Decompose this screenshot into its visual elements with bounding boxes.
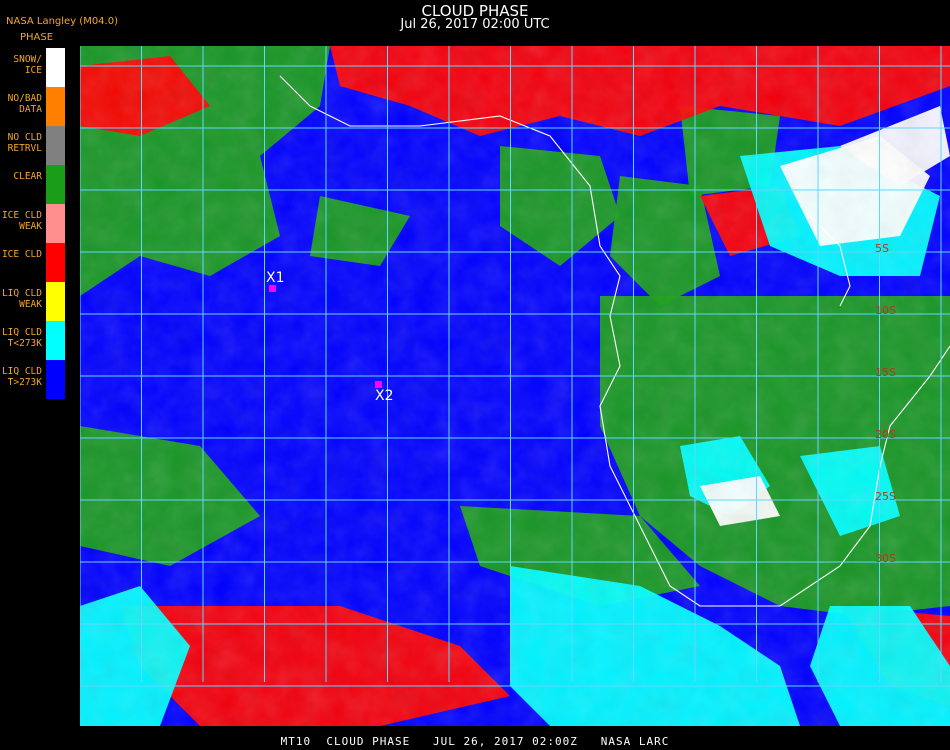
legend-item-label: SNOW/ ICE [13, 54, 42, 76]
phase-legend: SNOW/ ICE NO/BAD DATA NO CLD RETRVL CLEAR IC… [0, 48, 66, 400]
latitude-label: 20S [875, 428, 896, 441]
legend-item-label: CLEAR [13, 171, 42, 182]
legend-item-label: LIQ CLD WEAK [1, 288, 42, 310]
legend-item-label: LIQ CLD T>273K [1, 366, 42, 388]
latitude-label: 25S [875, 490, 896, 503]
legend-swatch [46, 48, 65, 87]
legend-swatch [46, 204, 65, 243]
legend-item-label: ICE CLD [1, 249, 42, 260]
legend-item: LIQ CLD T<273K [0, 321, 66, 360]
map-datetime: Jul 26, 2017 02:00 UTC [400, 17, 550, 32]
legend-swatch [46, 360, 65, 399]
legend-swatch [46, 282, 65, 321]
legend-item: LIQ CLD WEAK [0, 282, 66, 321]
legend-item: ICE CLD WEAK [0, 204, 66, 243]
provider-label: NASA Langley (M04.0) [6, 16, 118, 27]
marker-label: X2 [375, 388, 394, 404]
legend-item-label: NO/BAD DATA [7, 93, 42, 115]
latitude-label: 30S [875, 552, 896, 565]
legend-swatch [46, 165, 65, 204]
marker-dot [375, 381, 382, 388]
legend-item-label: NO CLD RETRVL [7, 132, 42, 154]
legend-item: CLEAR [0, 165, 66, 204]
footer-caption: MT10 CLOUD PHASE JUL 26, 2017 02:00Z NAS… [280, 735, 670, 748]
legend-swatch [46, 126, 65, 165]
latitude-label: 15S [875, 366, 896, 379]
legend-item-label: LIQ CLD T<273K [1, 327, 42, 349]
legend-swatch [46, 321, 65, 360]
legend-item: NO CLD RETRVL [0, 126, 66, 165]
legend-swatch [46, 87, 65, 126]
legend-item: NO/BAD DATA [0, 87, 66, 126]
legend-item: LIQ CLD T>273K [0, 360, 66, 399]
legend-swatch [46, 243, 65, 282]
cloud-phase-map: 5S 10S 15S 20S 25S 30S X1 X2 [80, 46, 950, 726]
latitude-label: 5S [875, 242, 889, 255]
legend-title: PHASE [20, 32, 54, 43]
marker-dot [269, 285, 276, 292]
legend-item-label: ICE CLD WEAK [1, 210, 42, 232]
marker-label: X1 [266, 270, 285, 286]
legend-item: SNOW/ ICE [0, 48, 66, 87]
legend-item: ICE CLD [0, 243, 66, 282]
latitude-label: 10S [875, 304, 896, 317]
